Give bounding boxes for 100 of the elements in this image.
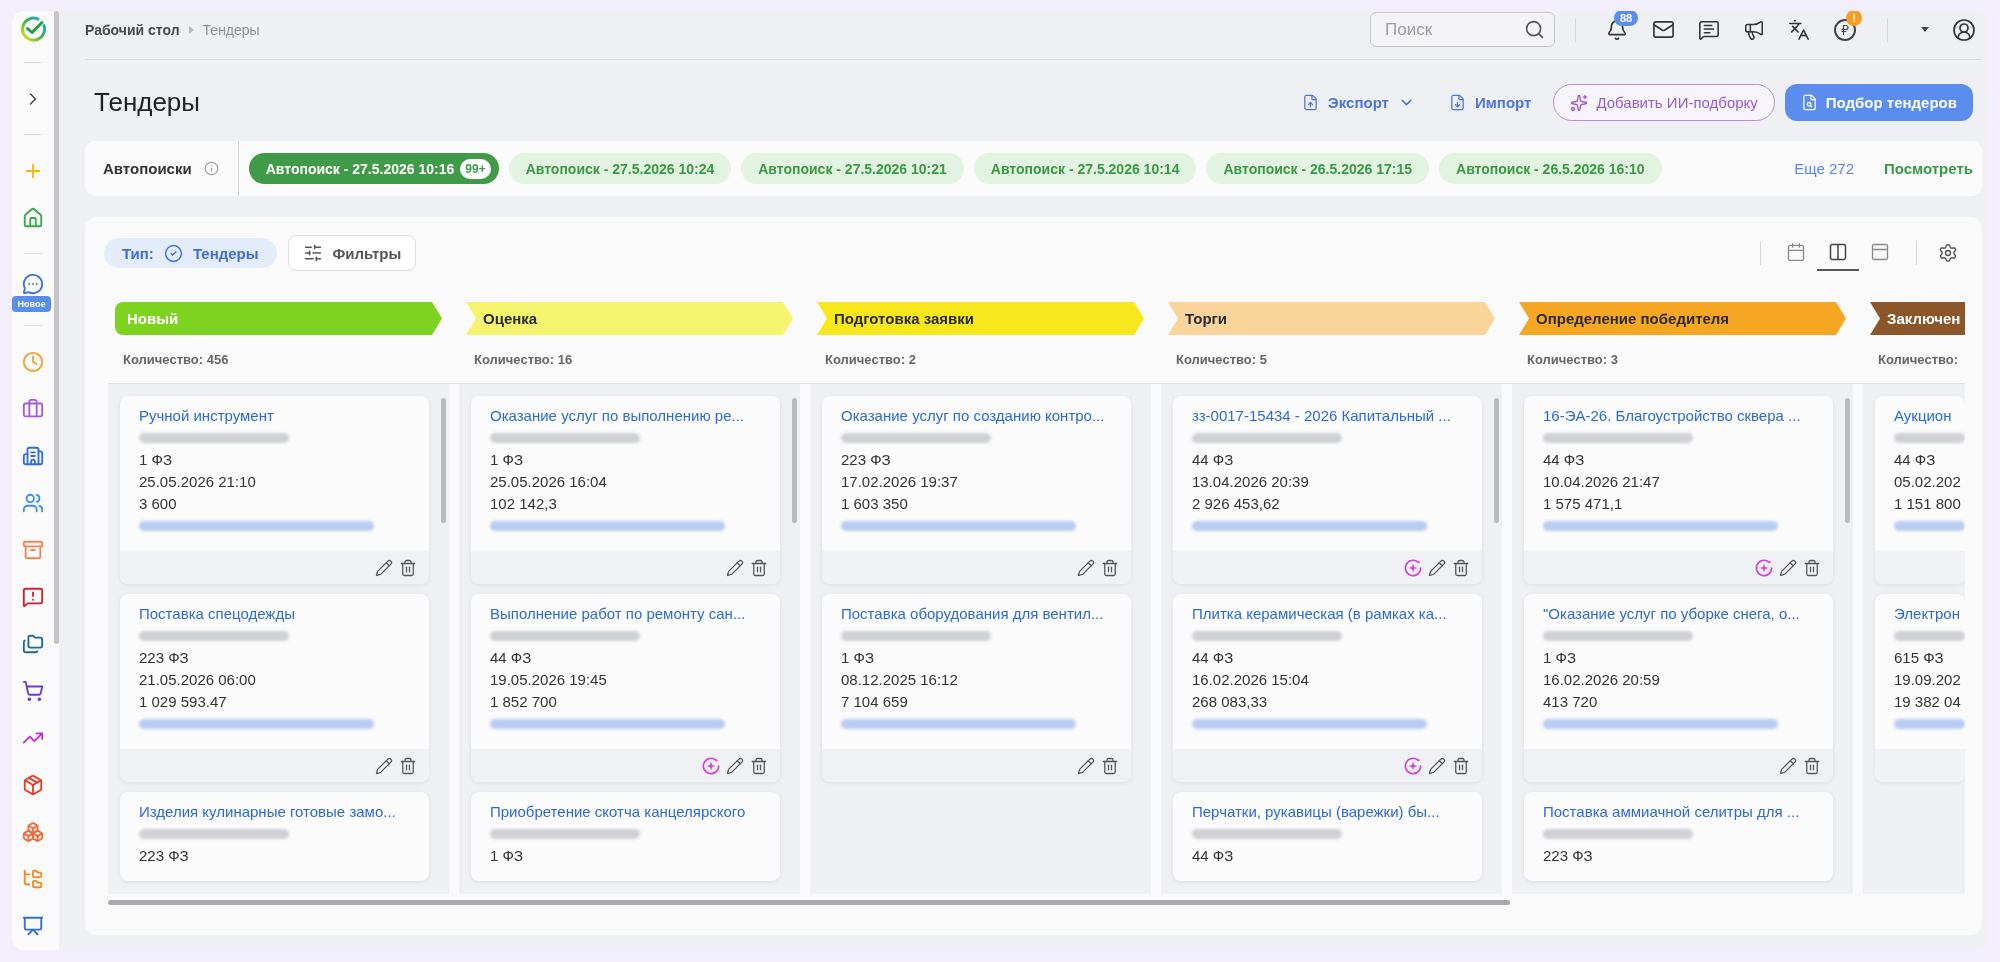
buildings-icon[interactable] [22, 444, 44, 467]
shopping-cart-icon[interactable] [22, 679, 44, 702]
mail-icon[interactable] [1652, 18, 1675, 41]
tender-card[interactable]: Плитка керамическая (в рамках ка... 44 ФЗ 16.02.2026 15:04 268 083,33 [1173, 594, 1482, 782]
trash-icon[interactable] [1452, 558, 1470, 577]
tender-title[interactable]: Электрон [1894, 603, 1965, 625]
folders-icon[interactable] [22, 632, 44, 655]
chat-icon[interactable] [1698, 18, 1720, 41]
tender-card[interactable]: зз-0017-15434 - 2026 Капитальный ... 44 ФЗ 13.04.2026 20:39 2 926 453,62 [1173, 396, 1482, 584]
tender-title[interactable]: "Оказание услуг по уборке снега, о... [1543, 603, 1814, 625]
tender-card[interactable]: Перчатки, рукавицы (варежки) бы... 44 ФЗ [1173, 792, 1482, 881]
settings-icon[interactable] [1938, 243, 1958, 263]
trash-icon[interactable] [399, 558, 417, 577]
pencil-icon[interactable] [1779, 756, 1797, 775]
autosearch-chip[interactable]: Автопоиск - 26.5.2026 16:10 [1439, 153, 1662, 184]
alert-message-icon[interactable] [22, 585, 44, 608]
tender-title[interactable]: Выполнение работ по ремонту сан... [490, 603, 761, 625]
pencil-icon[interactable] [1779, 558, 1797, 577]
sparkle-ring-icon[interactable] [1404, 756, 1422, 775]
pencil-icon[interactable] [375, 756, 393, 775]
tender-title[interactable]: Оказание услуг по выполнению ре... [490, 405, 761, 427]
scrollbar-thumb[interactable] [1494, 398, 1499, 523]
autosearch-chip[interactable]: Автопоиск - 27.5.2026 10:16 99+ [248, 153, 499, 184]
tender-selection-button[interactable]: Подбор тендеров [1784, 84, 1973, 121]
translate-icon[interactable] [1788, 18, 1810, 41]
trash-icon[interactable] [750, 756, 768, 775]
autosearch-chip[interactable]: Автопоиск - 27.5.2026 10:24 [508, 153, 732, 184]
tender-card[interactable]: Оказание услуг по выполнению ре... 1 ФЗ 25.05.2026 16:04 102 142,3 [471, 396, 780, 584]
info-icon[interactable] [203, 161, 219, 176]
breadcrumb-link[interactable]: Рабочий стол [85, 21, 180, 38]
tender-title[interactable]: Изделия кулинарные готовые замо... [139, 801, 410, 823]
autosearch-chip[interactable]: Автопоиск - 27.5.2026 10:14 [973, 153, 1197, 184]
caret-down-icon[interactable] [1921, 27, 1929, 32]
chat-bubble-icon[interactable] [22, 273, 44, 295]
type-filter-chip[interactable]: Тип: Тендеры [104, 238, 277, 268]
sparkle-ring-icon[interactable] [1404, 558, 1422, 577]
export-button[interactable]: Экспорт [1290, 84, 1427, 121]
scrollbar-thumb[interactable] [54, 11, 59, 644]
scrollbar-thumb[interactable] [108, 900, 1511, 905]
pencil-icon[interactable] [726, 558, 744, 577]
user-avatar-icon[interactable] [1952, 17, 1976, 42]
tender-title[interactable]: Ручной инструмент [139, 405, 410, 427]
presentation-icon[interactable] [22, 914, 44, 937]
search-icon[interactable] [1524, 19, 1545, 40]
autosearch-chip[interactable]: Автопоиск - 27.5.2026 10:21 [741, 153, 964, 184]
scrollbar-thumb[interactable] [1845, 398, 1850, 523]
sparkle-ring-icon[interactable] [1755, 558, 1773, 577]
pencil-icon[interactable] [1428, 558, 1446, 577]
pencil-icon[interactable] [1077, 756, 1095, 775]
import-button[interactable]: Импорт [1436, 84, 1544, 121]
trash-icon[interactable] [399, 756, 417, 775]
more-link[interactable]: Еще 272 [1794, 160, 1854, 177]
trash-icon[interactable] [1101, 756, 1119, 775]
tender-date: 16.02.2026 20:59 [1543, 670, 1661, 690]
search-field[interactable]: Поиск [1370, 12, 1555, 47]
tender-title[interactable]: Оказание услуг по созданию контро... [841, 405, 1112, 427]
tender-card[interactable]: Аукцион 44 ФЗ 05.02.202 1 151 800 [1875, 396, 1965, 584]
tender-card[interactable]: Изделия кулинарные готовые замо... 223 ФЗ [120, 792, 429, 881]
package-icon[interactable] [22, 773, 44, 796]
tender-card[interactable]: "Оказание услуг по уборке снега, о... 1 ФЗ 16.02.2026 20:59 413 720 [1524, 594, 1833, 782]
users-icon[interactable] [22, 491, 44, 514]
tender-title[interactable]: зз-0017-15434 - 2026 Капитальный ... [1192, 405, 1463, 427]
boxes-icon[interactable] [22, 820, 44, 843]
tender-card[interactable]: Электрон 615 ФЗ 19.09.202 19 382 04 [1875, 594, 1965, 782]
tender-title[interactable]: Поставка аммиачной селитры для ... [1543, 801, 1814, 823]
tender-card[interactable]: Ручной инструмент 1 ФЗ 25.05.2026 21:10 3 600 [120, 396, 429, 584]
scrollbar-thumb[interactable] [441, 398, 446, 523]
pencil-icon[interactable] [726, 756, 744, 775]
trash-icon[interactable] [1803, 756, 1821, 775]
tender-title[interactable]: Перчатки, рукавицы (варежки) бы... [1192, 801, 1463, 823]
tender-title[interactable]: Плитка керамическая (в рамках ка... [1192, 603, 1463, 625]
autosearch-chip[interactable]: Автопоиск - 26.5.2026 17:15 [1206, 153, 1429, 184]
tender-card[interactable]: Выполнение работ по ремонту сан... 44 ФЗ 19.05.2026 19:45 1 852 700 [471, 594, 780, 782]
tender-card[interactable]: 16-ЭА-26. Благоустройство сквера ... 44 ФЗ 10.04.2026 21:47 1 575 471,1 [1524, 396, 1833, 584]
sparkle-ring-icon[interactable] [702, 756, 720, 775]
view-all-link[interactable]: Посмотреть [1884, 160, 1973, 177]
tender-title[interactable]: 16-ЭА-26. Благоустройство сквера ... [1543, 405, 1814, 427]
tender-card[interactable]: Поставка оборудования для вентил... 1 ФЗ 08.12.2025 16:12 7 104 659 [822, 594, 1131, 782]
check-ring-logo[interactable] [20, 16, 46, 42]
trash-icon[interactable] [1803, 558, 1821, 577]
scrollbar-thumb[interactable] [792, 398, 797, 523]
tender-title[interactable]: Поставка оборудования для вентил... [841, 603, 1112, 625]
home-icon[interactable] [22, 206, 44, 229]
pencil-icon[interactable] [375, 558, 393, 577]
tender-card[interactable]: Приобретение скотча канцелярского 1 ФЗ [471, 792, 780, 881]
add-ai-selection-button[interactable]: Добавить ИИ-подборку [1553, 84, 1775, 121]
trash-icon[interactable] [750, 558, 768, 577]
trash-icon[interactable] [1452, 756, 1470, 775]
tender-title[interactable]: Приобретение скотча канцелярского [490, 801, 761, 823]
tender-card[interactable]: Поставка спецодежды 223 ФЗ 21.05.2026 06:00 1 029 593.47 [120, 594, 429, 782]
trash-icon[interactable] [1101, 558, 1119, 577]
tender-card[interactable]: Поставка аммиачной селитры для ... 223 ФЗ [1524, 792, 1833, 881]
megaphone-icon[interactable] [1743, 18, 1765, 41]
filters-button[interactable]: Фильтры [287, 235, 417, 271]
briefcase-icon[interactable] [22, 397, 44, 420]
tender-title[interactable]: Аукцион [1894, 405, 1965, 427]
tender-card[interactable]: Оказание услуг по созданию контро... 223 ФЗ 17.02.2026 19:37 1 603 350 [822, 396, 1131, 584]
tender-title[interactable]: Поставка спецодежды [139, 603, 410, 625]
pencil-icon[interactable] [1428, 756, 1446, 775]
pencil-icon[interactable] [1077, 558, 1095, 577]
